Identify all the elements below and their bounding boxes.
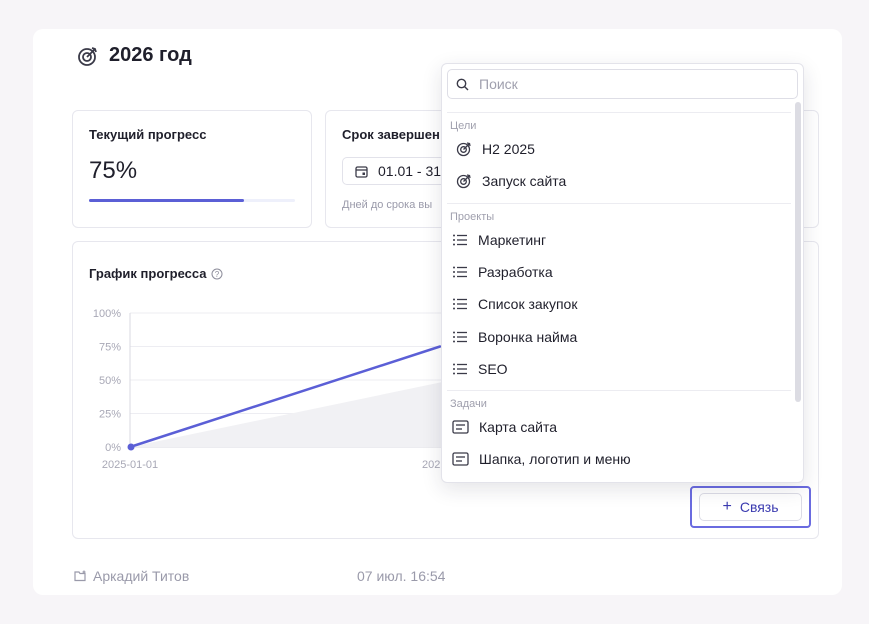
dropdown-item[interactable]: Шапка, логотип и меню	[452, 446, 782, 472]
search-box	[447, 69, 798, 99]
days-left-label: Дней до срока вы	[342, 199, 433, 211]
list-icon	[452, 362, 468, 376]
progress-bar	[89, 199, 295, 202]
series-start-point[interactable]	[127, 443, 135, 451]
goal-target-icon	[456, 141, 472, 157]
list-icon	[452, 330, 468, 344]
y-tick-label: 50%	[99, 375, 121, 387]
folder-add-icon	[74, 570, 87, 582]
dropdown-scrollbar[interactable]	[795, 102, 801, 402]
deadline-date-value: 01.01 - 31	[378, 163, 442, 179]
dropdown-item-label: SEO	[478, 360, 508, 377]
dropdown-item[interactable]: Список закупок	[452, 291, 782, 317]
created-timestamp: 07 июл. 16:54	[357, 568, 446, 584]
section-divider	[447, 112, 791, 113]
dropdown-item[interactable]: Карта сайта	[452, 414, 782, 440]
section-title: Проекты	[450, 210, 495, 223]
search-icon	[456, 78, 469, 91]
list-icon	[452, 233, 468, 247]
dropdown-item[interactable]: Воронка найма	[452, 324, 782, 350]
dropdown-item-label: Запуск сайта	[482, 173, 567, 190]
progress-chart: 100% 75% 50% 25% 0% 2025-01-01 202	[93, 308, 452, 471]
add-link-label: Связь	[739, 499, 779, 515]
footer-author: Аркадий Титов	[74, 568, 189, 584]
dropdown-item-label: Список закупок	[478, 296, 578, 313]
dropdown-item-label: Воронка найма	[478, 328, 578, 345]
section-divider	[447, 390, 791, 392]
dropdown-item-label: Шапка, логотип и меню	[479, 451, 631, 468]
section-title: Задачи	[450, 398, 487, 411]
deadline-label: Срок завершен	[342, 127, 440, 142]
y-tick-label: 0%	[105, 442, 121, 454]
dropdown-item[interactable]: Разработка	[452, 259, 782, 285]
y-tick-label: 100%	[93, 308, 121, 320]
dropdown-item-label: Карта сайта	[479, 419, 557, 436]
y-tick-label: 25%	[99, 409, 121, 421]
progress-bar-fill	[89, 199, 244, 202]
x-tick-label: 2025-01-01	[102, 459, 158, 471]
dropdown-item[interactable]: H2 2025	[456, 136, 786, 162]
goal-target-icon	[77, 45, 99, 67]
task-card-icon	[452, 420, 469, 434]
author-name: Аркадий Титов	[93, 568, 190, 584]
plus-icon: +	[722, 498, 732, 515]
link-button-focus-ring: + Связь	[690, 486, 811, 528]
dropdown-item-label: Разработка	[478, 263, 553, 280]
dropdown-item[interactable]: SEO	[452, 356, 782, 382]
page-title: 2026 год	[109, 44, 192, 66]
current-progress-value: 75%	[89, 157, 138, 184]
y-tick-label: 75%	[99, 342, 121, 354]
list-icon	[452, 297, 468, 311]
list-icon	[452, 265, 468, 279]
section-title: Цели	[450, 120, 477, 132]
goal-header: 2026 год	[77, 44, 192, 67]
x-tick-label: 202	[422, 459, 440, 471]
dropdown-item-label: Маркетинг	[478, 231, 547, 248]
current-progress-panel: Текущий прогресс 75%	[72, 110, 312, 228]
task-card-icon	[452, 452, 469, 467]
dropdown-item[interactable]: Запуск сайта	[456, 168, 786, 194]
dropdown-item-label: H2 2025	[482, 141, 535, 157]
add-link-button[interactable]: + Связь	[699, 493, 802, 521]
link-search-dropdown: Цели H2 2025 Запуск сайта Проекты Маркетинг Р…	[441, 63, 804, 483]
current-progress-label: Текущий прогресс	[89, 127, 207, 142]
dropdown-item[interactable]: Маркетинг	[452, 227, 782, 253]
goal-target-icon	[456, 173, 472, 189]
search-input[interactable]	[477, 75, 771, 93]
section-divider	[447, 202, 791, 204]
calendar-icon	[355, 165, 368, 178]
